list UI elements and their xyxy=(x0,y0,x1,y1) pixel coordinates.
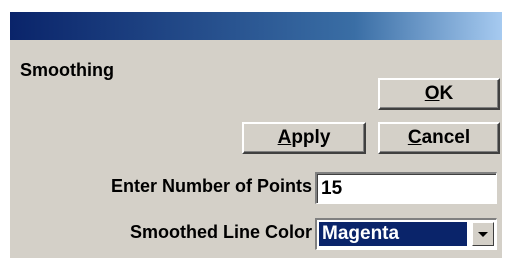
chevron-down-icon xyxy=(478,231,488,237)
cancel-button-accel: C xyxy=(407,127,422,148)
apply-button-accel: A xyxy=(277,127,292,148)
dropdown-button[interactable] xyxy=(472,222,494,246)
cancel-button-label: ancel xyxy=(421,127,471,148)
points-input[interactable] xyxy=(315,172,497,204)
points-label: Enter Number of Points xyxy=(110,176,312,196)
ok-button-label: K xyxy=(439,83,454,104)
ok-button[interactable]: OK xyxy=(378,78,500,110)
apply-button-label: pply xyxy=(291,127,331,148)
apply-button[interactable]: Apply xyxy=(242,122,366,154)
dialog-heading: Smoothing xyxy=(20,60,114,80)
ok-button-accel: O xyxy=(424,83,440,104)
color-select[interactable]: Magenta xyxy=(315,218,497,250)
smoothing-dialog: Smoothing OK Apply Cancel Enter Number o… xyxy=(10,12,502,258)
title-bar[interactable] xyxy=(10,12,502,40)
cancel-button[interactable]: Cancel xyxy=(378,122,500,154)
color-select-value[interactable]: Magenta xyxy=(319,222,467,246)
color-label: Smoothed Line Color xyxy=(130,222,312,242)
